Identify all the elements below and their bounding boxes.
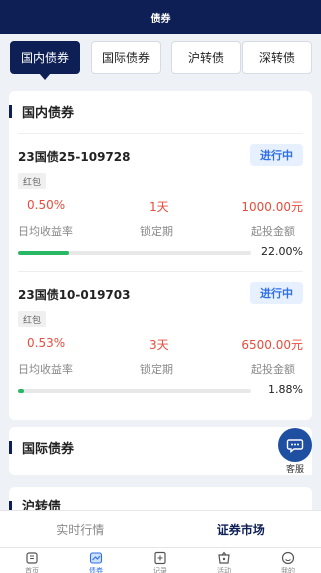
min-amount-value: 6500.00元 xyxy=(241,338,303,352)
divider xyxy=(18,271,303,272)
tabbar-label: 首页 xyxy=(25,567,39,573)
daily-yield-label: 日均收益率 xyxy=(18,363,73,376)
tabbar-home[interactable]: 首页 xyxy=(12,551,52,573)
red-packet-tag: 红包 xyxy=(18,173,47,189)
tabbar-label: 记录 xyxy=(153,567,167,573)
bond-item[interactable]: 23国债10-019703 进行中 红包 0.53% 3天 6500.00元 日… xyxy=(18,282,303,406)
bond-icon xyxy=(89,552,103,564)
bond-name: 23国债25-109728 xyxy=(18,150,131,164)
segment-securities-market[interactable]: 证券市场 xyxy=(161,511,321,547)
progress-bar-fill xyxy=(18,251,70,255)
progress-bar xyxy=(18,251,251,255)
tabbar-record[interactable]: 记录 xyxy=(140,551,180,573)
progress-percent: 1.88% xyxy=(268,383,303,396)
gift-icon xyxy=(218,551,230,564)
red-packet-tag: 红包 xyxy=(18,311,47,327)
tabbar-label: 我的 xyxy=(281,567,295,573)
status-badge: 进行中 xyxy=(250,144,303,166)
bottom-tab-bar: 首页 债券 记录 活动 我的 xyxy=(0,547,321,573)
user-icon xyxy=(281,551,295,565)
record-icon xyxy=(154,551,166,565)
market-segment: 实时行情 证券市场 xyxy=(0,510,321,547)
daily-yield-label: 日均收益率 xyxy=(18,225,73,238)
lock-period-label: 锁定期 xyxy=(140,363,173,376)
bond-name: 23国债10-019703 xyxy=(18,288,131,302)
tabbar-activity[interactable]: 活动 xyxy=(204,551,244,573)
min-amount-label: 起投金额 xyxy=(251,225,295,238)
tab-shenzhen[interactable]: 深转债 xyxy=(242,41,312,74)
tabbar-mine[interactable]: 我的 xyxy=(268,551,308,573)
domestic-bond-card: 国内债券 23国债25-109728 进行中 红包 0.50% 1天 1000.… xyxy=(9,91,312,420)
page-title: 债券 xyxy=(150,13,171,25)
customer-service[interactable]: 客服 xyxy=(278,428,312,476)
tab-domestic[interactable]: 国内债券 xyxy=(10,41,80,80)
tabbar-bond[interactable]: 债券 xyxy=(76,551,116,573)
lock-period-value: 1天 xyxy=(149,200,169,214)
tab-shanghai[interactable]: 沪转债 xyxy=(171,41,241,74)
category-tabs: 国内债券 国际债券 沪转债 深转债 xyxy=(0,34,321,82)
progress-bar-fill xyxy=(18,389,24,393)
home-icon xyxy=(26,552,38,564)
chat-icon[interactable] xyxy=(278,428,312,462)
international-bond-card[interactable]: 国际债券 xyxy=(9,427,312,475)
progress-percent: 22.00% xyxy=(261,245,303,258)
min-amount-label: 起投金额 xyxy=(251,363,295,376)
status-badge: 进行中 xyxy=(250,282,303,304)
bond-item[interactable]: 23国债25-109728 进行中 红包 0.50% 1天 1000.00元 日… xyxy=(18,144,303,268)
section-title-domestic: 国内债券 xyxy=(9,91,312,131)
lock-period-label: 锁定期 xyxy=(140,225,173,238)
lock-period-value: 3天 xyxy=(149,338,169,352)
divider xyxy=(18,133,303,134)
tab-international[interactable]: 国际债券 xyxy=(91,41,161,74)
tabbar-label: 债券 xyxy=(89,567,103,573)
segment-realtime-quotes[interactable]: 实时行情 xyxy=(0,511,161,547)
daily-yield-value: 0.53% xyxy=(27,336,66,350)
progress-bar xyxy=(18,389,251,393)
section-title-international: 国际债券 xyxy=(9,427,312,467)
min-amount-value: 1000.00元 xyxy=(241,200,303,214)
tabbar-label: 活动 xyxy=(217,567,231,573)
daily-yield-value: 0.50% xyxy=(27,198,66,212)
customer-service-label: 客服 xyxy=(278,462,312,475)
header: 债券 xyxy=(0,0,321,34)
